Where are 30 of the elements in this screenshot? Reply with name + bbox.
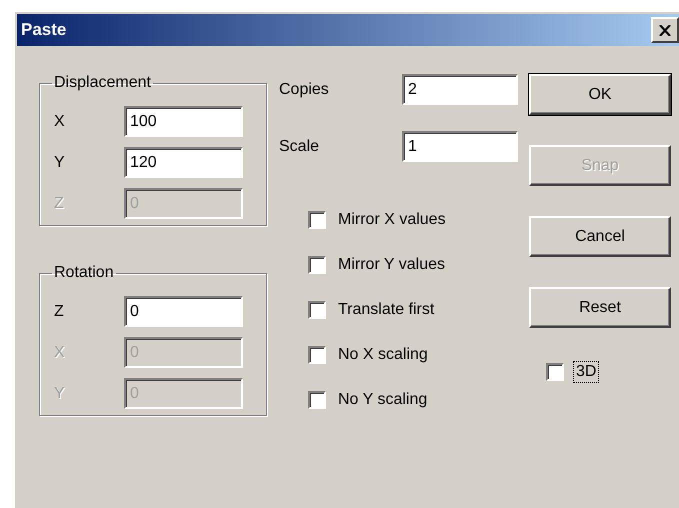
checkbox[interactable]: [308, 256, 326, 274]
checkbox-label: No X scaling: [337, 345, 429, 365]
checkbox[interactable]: [546, 363, 564, 381]
input-field[interactable]: 120: [124, 147, 243, 178]
field-label: Copies: [279, 80, 330, 98]
field-label: Z: [54, 302, 65, 320]
field-label: Y: [54, 154, 66, 172]
group-label: Rotation: [53, 264, 115, 282]
checkbox[interactable]: [308, 346, 326, 364]
close-button[interactable]: [651, 17, 679, 43]
dialog-button[interactable]: Reset: [529, 287, 671, 328]
dialog-button[interactable]: Cancel: [529, 216, 671, 257]
input-field[interactable]: 100: [124, 106, 243, 137]
checkbox[interactable]: [308, 211, 326, 229]
checkbox-label: No Y scaling: [337, 390, 428, 410]
input-field[interactable]: 0: [124, 296, 243, 327]
group-label: Displacement: [53, 74, 152, 92]
field-label: X: [54, 112, 66, 130]
close-icon: [659, 24, 671, 36]
checkbox[interactable]: [308, 301, 326, 319]
field-label: Scale: [279, 138, 320, 156]
checkbox[interactable]: [308, 391, 326, 409]
checkbox-label: Mirror Y values: [337, 255, 446, 275]
input-field[interactable]: 1: [402, 131, 518, 162]
checkbox-label: Translate first: [337, 300, 436, 320]
dialog-button[interactable]: OK: [529, 74, 671, 115]
input-field[interactable]: 2: [402, 74, 518, 105]
checkbox-label: 3D: [573, 361, 600, 383]
checkbox-label: Mirror X values: [337, 210, 447, 230]
window-title: Paste: [21, 20, 66, 40]
